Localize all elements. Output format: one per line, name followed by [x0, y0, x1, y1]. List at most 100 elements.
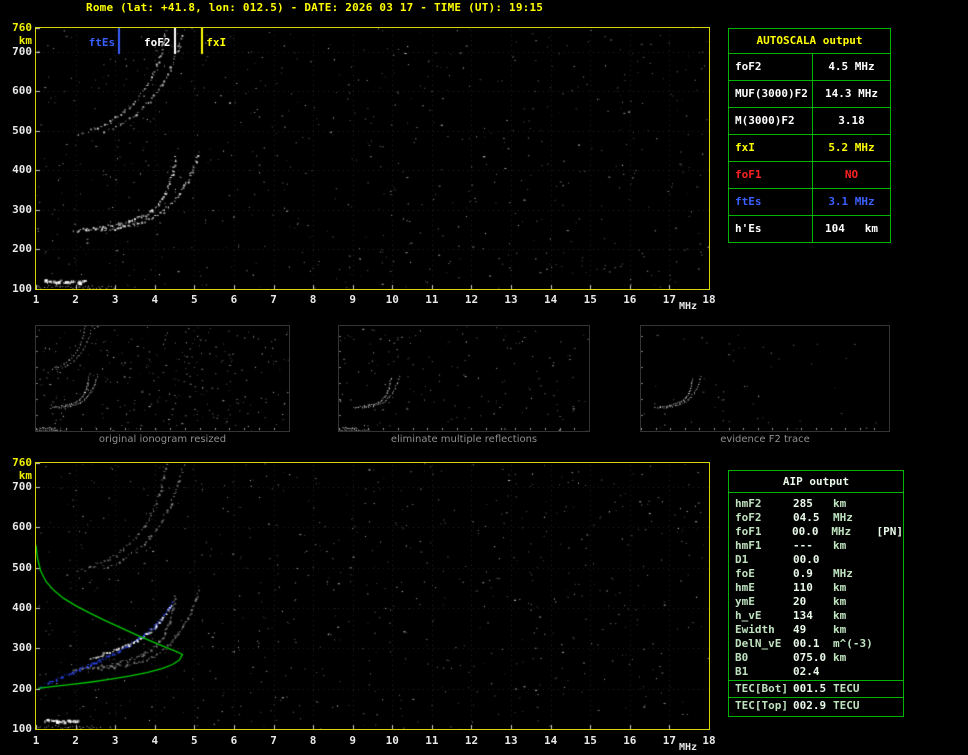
- aip-param-unit: MHz: [831, 525, 852, 538]
- autoscala-output-table: AUTOSCALA output foF2 4.5 MHz MUF(3000)F2 1…: [728, 28, 891, 243]
- y-axis-tick-label: 300: [12, 202, 32, 216]
- y-axis-unit-label: km: [18, 34, 32, 47]
- autoscala-param-name: ftEs: [729, 189, 813, 215]
- aip-row: ymE 20 km: [729, 595, 903, 609]
- aip-param-value: 285: [793, 497, 813, 510]
- autoscala-row: foF2 4.5 MHz: [729, 54, 890, 81]
- aip-row: h_vE 134 km: [729, 609, 903, 623]
- x-axis-tick-label: 4: [151, 293, 159, 306]
- aip-param-unit: km: [833, 609, 847, 622]
- thumbnail-eliminate-reflections: eliminate multiple reflections: [338, 325, 590, 445]
- thumbnail-eliminate-canvas: [339, 326, 589, 431]
- x-axis-tick-label: 10: [385, 293, 399, 306]
- aip-param-value: 075.0: [793, 651, 827, 664]
- autoscala-param-name: MUF(3000)F2: [729, 81, 813, 107]
- aip-param-name: TEC[Bot]: [735, 682, 788, 695]
- bottom-ionogram-canvas: [36, 463, 709, 729]
- x-axis-tick-label: 14: [544, 734, 558, 747]
- x-axis-tick-label: 15: [583, 734, 597, 747]
- autoscala-param-name: fxI: [729, 135, 813, 161]
- aip-param-extra: [879, 637, 903, 651]
- aip-param-name: hmE: [735, 581, 755, 594]
- aip-row: foE 0.9 MHz: [729, 567, 903, 581]
- aip-row: B1 02.4: [729, 665, 903, 679]
- autoscala-param-name: foF2: [729, 54, 813, 80]
- aip-param-value: ---: [793, 539, 813, 552]
- y-axis-tick-label: 500: [12, 560, 32, 574]
- x-axis-tick-label: 16: [623, 734, 637, 747]
- autoscala-param-value: 5.2 MHz: [828, 141, 875, 154]
- x-axis-tick-label: 5: [191, 293, 198, 306]
- aip-param-name: B1: [735, 665, 749, 678]
- x-axis-tick-label: 14: [544, 293, 558, 306]
- autoscala-param-name: M(3000)F2: [729, 108, 813, 134]
- aip-param-value: 001.5: [793, 682, 827, 695]
- aip-param-unit: km: [833, 581, 847, 594]
- x-axis-tick-label: 7: [270, 293, 277, 306]
- aip-output-table: AIP output hmF2 285 km foF2 04.5 MHz foF1 00.0 M…: [728, 470, 904, 717]
- x-axis-tick-label: 11: [425, 293, 439, 306]
- aip-table-rows: hmF2 285 km foF2 04.5 MHz foF1 00.0 MHz [PN] hmF1 -…: [729, 497, 903, 679]
- aip-param-value: 00.0: [792, 525, 819, 538]
- aip-param-unit: TECU: [833, 682, 860, 695]
- aip-row: TEC[Top] 002.9 TECU: [729, 697, 903, 713]
- y-axis-tick-label: 200: [12, 681, 32, 695]
- aip-row: D1 00.0: [729, 553, 903, 567]
- station-date-time-title: Rome (lat: +41.8, lon: 012.5) - DATE: 20…: [86, 1, 544, 14]
- autoscala-param-value: 104 km: [825, 222, 878, 235]
- autoscala-param-name: h'Es: [729, 216, 813, 242]
- aip-param-extra: [879, 595, 903, 609]
- aip-table-header: AIP output: [729, 471, 903, 493]
- aip-param-unit: km: [833, 623, 847, 636]
- thumbnail-caption: evidence F2 trace: [720, 434, 810, 445]
- x-axis-tick-label: 8: [309, 734, 317, 747]
- y-axis-tick-label: 300: [12, 641, 32, 655]
- aip-param-value: 110: [793, 581, 813, 594]
- y-axis-tick-label: 400: [12, 601, 32, 615]
- aip-row: B0 075.0 km: [729, 651, 903, 665]
- autoscala-row: MUF(3000)F2 14.3 MHz: [729, 81, 890, 108]
- aip-param-name: Ewidth: [735, 623, 775, 636]
- x-axis-tick-label: 1: [32, 734, 40, 747]
- x-axis-unit-label: MHz: [679, 301, 698, 312]
- y-axis-tick-label: 700: [12, 480, 32, 494]
- x-axis-tick-label: 5: [191, 734, 198, 747]
- y-axis-unit-label: km: [18, 469, 32, 482]
- autoscala-row: ftEs 3.1 MHz: [729, 189, 890, 216]
- x-axis-tick-label: 17: [662, 734, 677, 747]
- y-axis-tick-label: 400: [12, 163, 32, 177]
- y-axis-tick-label: 600: [12, 84, 32, 98]
- x-axis-unit-label: MHz: [679, 742, 698, 753]
- aip-param-unit: [833, 665, 879, 679]
- x-axis-tick-label: 1: [32, 293, 40, 306]
- aip-param-name: DelN_vE: [735, 637, 782, 650]
- aip-param-name: hmF2: [735, 497, 762, 510]
- aip-param-extra: [879, 651, 903, 665]
- aip-row: hmE 110 km: [729, 581, 903, 595]
- autoscala-output-screen: Rome (lat: +41.8, lon: 012.5) - DATE: 20…: [0, 0, 968, 755]
- aip-param-extra: [879, 623, 903, 637]
- aip-param-name: TEC[Top]: [735, 699, 788, 712]
- autoscala-table-header: AUTOSCALA output: [729, 29, 890, 54]
- aip-param-name: ymE: [735, 595, 755, 608]
- aip-param-unit: TECU: [833, 699, 860, 712]
- top-ionogram-panel: [35, 27, 710, 290]
- x-axis-tick-label: 2: [72, 734, 79, 747]
- autoscala-param-value: 14.3 MHz: [825, 87, 878, 100]
- aip-param-unit: m^(-3): [833, 637, 873, 650]
- aip-param-unit: MHz: [833, 511, 853, 524]
- x-axis-tick-label: 6: [230, 734, 238, 747]
- thumbnail-original-ionogram: original ionogram resized: [35, 325, 290, 445]
- x-axis-tick-label: 10: [385, 734, 399, 747]
- thumbnail-evidence-canvas: [641, 326, 889, 431]
- autoscala-param-name: foF1: [729, 162, 813, 188]
- aip-param-extra: [879, 511, 903, 525]
- aip-param-name: foE: [735, 567, 755, 580]
- aip-param-unit: km: [833, 651, 847, 664]
- x-axis-tick-label: 12: [464, 293, 479, 306]
- aip-param-name: D1: [735, 553, 749, 566]
- aip-tec-rows: TEC[Bot] 001.5 TECU TEC[Top] 002.9 TECU: [729, 680, 903, 713]
- x-axis-tick-label: 9: [349, 293, 357, 306]
- aip-param-name: foF2: [735, 511, 762, 524]
- bottom-ionogram-panel: [35, 462, 710, 730]
